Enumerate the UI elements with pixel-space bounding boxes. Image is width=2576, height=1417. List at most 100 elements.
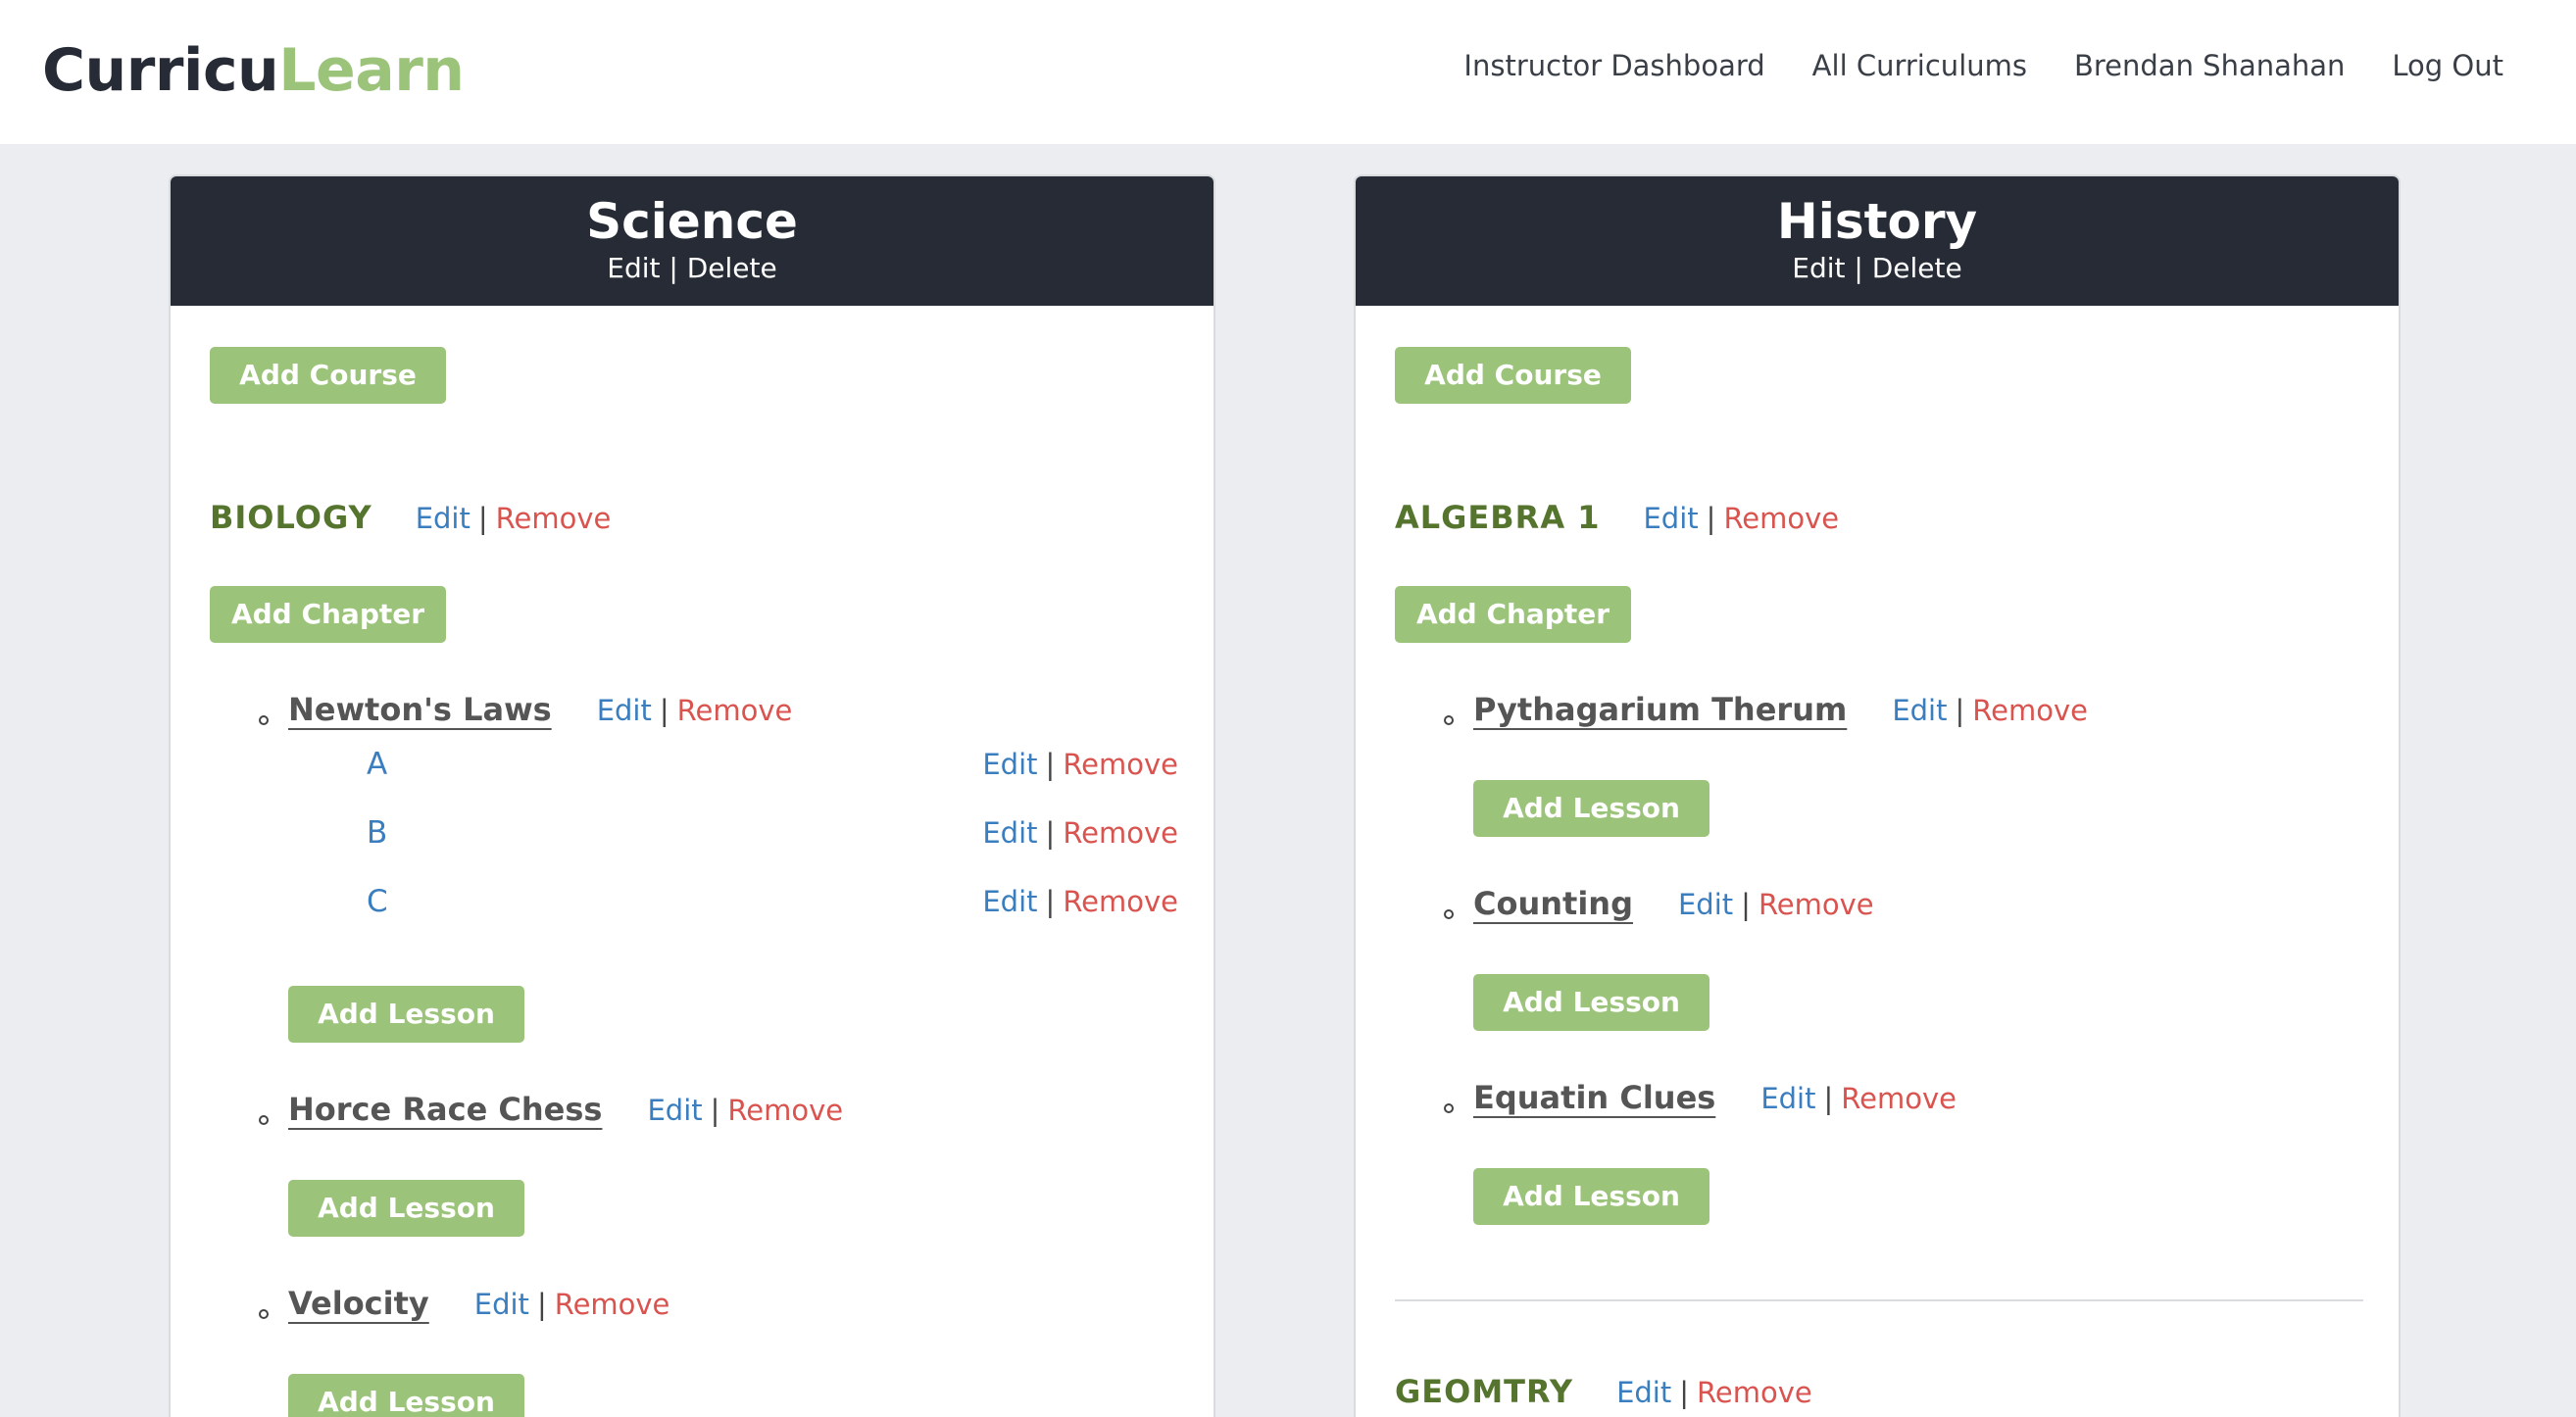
add-lesson-button[interactable]: Add Lesson [1473,974,1709,1031]
separator: | [1045,816,1056,850]
add-chapter-button[interactable]: Add Chapter [1395,586,1631,643]
course-edit-link[interactable]: Edit [1643,502,1698,535]
chapter-remove-link[interactable]: Remove [1759,888,1874,921]
nav-log-out[interactable]: Log Out [2392,49,2503,82]
curriculum-actions: Edit | Delete [171,251,1214,286]
curriculum-delete-link[interactable]: Delete [1872,252,1962,284]
lesson-row: B Edit | Remove [171,813,1214,853]
list-bullet [259,1309,269,1319]
add-lesson-button[interactable]: Add Lesson [1473,1168,1709,1225]
add-course-button[interactable]: Add Course [1395,347,1631,404]
chapter-edit-link[interactable]: Edit [647,1094,702,1127]
logo-part2: Learn [278,36,465,105]
chapter-row: Equatin Clues Edit | Remove [1473,1078,1957,1123]
chapter-row: Horce Race Chess Edit | Remove [288,1090,843,1135]
lesson-edit-link[interactable]: Edit [982,748,1037,781]
separator: | [659,694,669,727]
add-chapter-button[interactable]: Add Chapter [210,586,446,643]
lesson-remove-link[interactable]: Remove [1063,748,1178,781]
lesson-actions: Edit | Remove [982,882,1178,926]
chapter-remove-link[interactable]: Remove [1841,1082,1957,1115]
course-row: ALGEBRA 1 Edit | Remove [1395,498,1839,543]
chapter-row: Pythagarium Therum Edit | Remove [1473,690,2088,735]
separator: | [1823,1082,1834,1115]
nav-all-curriculums[interactable]: All Curriculums [1812,49,2027,82]
curriculum-card-history: History Edit | Delete Add Course ALGEBRA… [1354,174,2401,1417]
course-name: GEOMTRY [1395,1373,1574,1410]
chapter-name[interactable]: Newton's Laws [288,690,552,729]
logo[interactable]: CurricuLearn [42,31,465,110]
separator: | [1741,888,1751,921]
separator: | [1955,694,1965,727]
add-course-button[interactable]: Add Course [210,347,446,404]
nav-links: Instructor Dashboard All Curriculums Bre… [1463,49,2503,82]
list-bullet [1444,1103,1454,1113]
lesson-edit-link[interactable]: Edit [982,885,1037,918]
list-bullet [1444,715,1454,725]
separator: | [536,1288,547,1321]
chapter-remove-link[interactable]: Remove [677,694,793,727]
top-navbar: CurricuLearn Instructor Dashboard All Cu… [0,0,2576,144]
curriculum-header: History Edit | Delete [1356,176,2399,306]
curriculum-delete-link[interactable]: Delete [687,252,777,284]
lesson-row: A Edit | Remove [171,745,1214,784]
chapter-row: Counting Edit | Remove [1473,884,1874,929]
course-edit-link[interactable]: Edit [416,502,471,535]
course-remove-link[interactable]: Remove [1697,1376,1812,1409]
lesson-remove-link[interactable]: Remove [1063,885,1178,918]
lesson-actions: Edit | Remove [982,813,1178,857]
lesson-name[interactable]: B [367,813,387,853]
list-bullet [1444,909,1454,919]
curriculum-title: Science [586,193,798,250]
lesson-actions: Edit | Remove [982,745,1178,789]
chapter-edit-link[interactable]: Edit [1892,694,1947,727]
separator: | [1706,502,1716,535]
curriculum-edit-link[interactable]: Edit [607,252,660,284]
separator: | [1854,252,1863,284]
chapter-name[interactable]: Equatin Clues [1473,1078,1715,1117]
separator: | [669,252,678,284]
course-remove-link[interactable]: Remove [496,502,612,535]
separator: | [1045,748,1056,781]
add-lesson-button[interactable]: Add Lesson [288,986,524,1043]
lesson-remove-link[interactable]: Remove [1063,816,1178,850]
chapter-edit-link[interactable]: Edit [597,694,652,727]
add-lesson-button[interactable]: Add Lesson [288,1180,524,1237]
course-row: GEOMTRY Edit | Remove [1395,1372,1812,1417]
nav-user-name[interactable]: Brendan Shanahan [2074,49,2345,82]
course-remove-link[interactable]: Remove [1723,502,1839,535]
list-bullet [259,715,269,725]
chapter-name[interactable]: Counting [1473,884,1633,923]
add-lesson-button[interactable]: Add Lesson [288,1374,524,1417]
separator: | [1679,1376,1690,1409]
lesson-row: C Edit | Remove [171,882,1214,921]
course-name: ALGEBRA 1 [1395,499,1601,536]
course-row: BIOLOGY Edit | Remove [210,498,611,543]
curriculum-actions: Edit | Delete [1356,251,2399,286]
add-lesson-button[interactable]: Add Lesson [1473,780,1709,837]
list-bullet [259,1115,269,1125]
curriculum-edit-link[interactable]: Edit [1792,252,1845,284]
chapter-name[interactable]: Velocity [288,1284,429,1323]
separator: | [477,502,488,535]
course-divider [1395,1299,2363,1301]
chapter-remove-link[interactable]: Remove [555,1288,670,1321]
chapter-row: Velocity Edit | Remove [288,1284,669,1329]
curriculum-card-science: Science Edit | Delete Add Course BIOLOGY… [169,174,1215,1417]
chapter-remove-link[interactable]: Remove [1972,694,2088,727]
course-edit-link[interactable]: Edit [1616,1376,1671,1409]
course-name: BIOLOGY [210,499,372,536]
chapter-row: Newton's Laws Edit | Remove [288,690,792,735]
nav-instructor-dashboard[interactable]: Instructor Dashboard [1463,49,1764,82]
chapter-remove-link[interactable]: Remove [727,1094,843,1127]
lesson-name[interactable]: C [367,882,388,921]
chapter-edit-link[interactable]: Edit [1678,888,1733,921]
lesson-name[interactable]: A [367,745,387,784]
chapter-edit-link[interactable]: Edit [474,1288,529,1321]
separator: | [710,1094,720,1127]
chapter-name[interactable]: Horce Race Chess [288,1090,602,1129]
lesson-edit-link[interactable]: Edit [982,816,1037,850]
chapter-edit-link[interactable]: Edit [1760,1082,1815,1115]
chapter-name[interactable]: Pythagarium Therum [1473,690,1847,729]
separator: | [1045,885,1056,918]
